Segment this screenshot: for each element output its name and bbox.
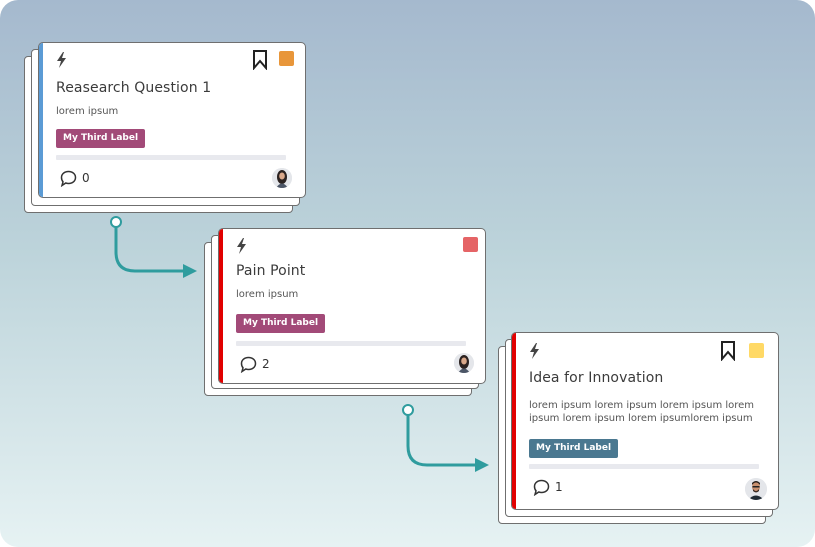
bolt-icon [237,238,246,254]
card-title: Idea for Innovation [529,370,664,386]
card-research-question[interactable]: Reasearch Question 1 lorem ipsum My Thir… [38,42,306,198]
comment-icon[interactable] [533,479,550,496]
card-label[interactable]: My Third Label [236,314,326,333]
bolt-icon [57,52,66,68]
card-accent-bar [39,43,43,197]
connector-2-start-handle[interactable] [402,404,414,416]
woman-avatar[interactable] [272,168,292,188]
card-description: lorem ipsum [56,106,119,117]
card-title: Reasearch Question 1 [56,80,212,96]
comment-icon[interactable] [240,356,257,373]
card-description-line: lorem ipsum lorem ipsum lorem ipsum lore… [529,400,755,411]
card-description: lorem ipsum lorem ipsum lorem ipsum lore… [529,399,754,425]
man-avatar[interactable] [745,478,767,500]
card-accent-bar [512,333,516,509]
canvas: Reasearch Question 1 lorem ipsum My Thir… [0,0,815,547]
color-swatch[interactable] [279,51,294,66]
card-divider [56,155,286,160]
card-pain-point[interactable]: Pain Point lorem ipsum My Third Label 2 [218,228,486,384]
arrowhead-2 [475,458,489,472]
comment-count: 2 [262,357,270,371]
comment-count: 1 [555,480,563,494]
card-divider [529,464,759,469]
woman-avatar[interactable] [454,353,474,373]
card-description: lorem ipsum [236,289,299,300]
card-divider [236,341,466,346]
comment-icon[interactable] [60,170,77,187]
connector-1-start-handle[interactable] [110,216,122,228]
comment-count: 0 [82,171,90,185]
card-idea-for-innovation[interactable]: Idea for Innovation lorem ipsum lorem ip… [511,332,779,510]
connector-2[interactable] [406,415,478,467]
arrowhead-1 [183,264,197,278]
bookmark-icon[interactable] [252,50,268,70]
bolt-icon [530,343,539,359]
card-label[interactable]: My Third Label [529,439,619,458]
connector-1[interactable] [114,227,186,273]
card-title: Pain Point [236,263,306,279]
color-swatch[interactable] [749,343,764,358]
card-accent-bar [219,229,223,383]
color-swatch[interactable] [463,237,478,252]
card-label[interactable]: My Third Label [56,129,146,148]
bookmark-icon[interactable] [720,341,736,361]
card-description-line: ipsum lorem ipsum lorem ipsumlorem ipsum [529,413,753,424]
